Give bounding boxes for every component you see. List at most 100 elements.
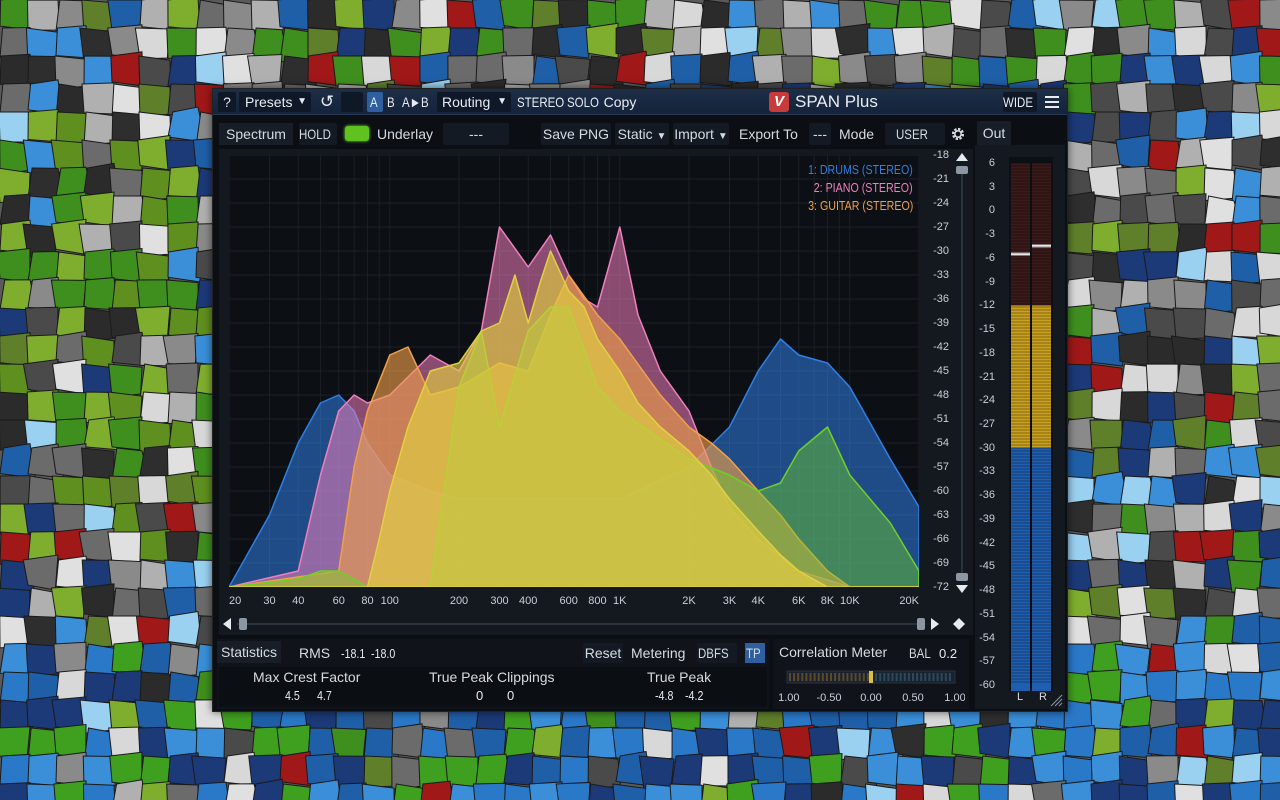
frequency-axis: 20 30 40 60 80 100 200 300 400 600 800 1K 2K 3K 4K 6K 8K… [229, 595, 919, 615]
background-tile [1172, 640, 1207, 675]
correlation-segment [866, 673, 869, 681]
reset-button[interactable]: Reset [583, 643, 623, 663]
hold-indicator-led[interactable] [345, 126, 369, 141]
hold-button[interactable]: HOLD [299, 123, 337, 145]
static-button[interactable]: Static ▼ [615, 123, 669, 145]
legend-item-piano[interactable]: 2: PIANO (STEREO) [785, 179, 913, 197]
solo-button[interactable]: SOLO [567, 92, 599, 112]
frequency-tick-label: 60 [332, 595, 345, 607]
presets-button[interactable]: Presets ▼ [239, 92, 311, 112]
background-tile [1175, 107, 1209, 143]
range-top-handle [956, 166, 968, 174]
wide-label: WIDE [1003, 94, 1033, 110]
help-button[interactable]: ? [218, 92, 236, 112]
legend-item-drums[interactable]: 1: DRUMS (STEREO) [785, 161, 913, 179]
db-scale: -18 -21 -24 -27 -30 -33 -36 -39 -42 -45 -48 -51 -54 -… [921, 149, 955, 599]
horizontal-range-scrollbar[interactable] [223, 615, 969, 633]
background-tile [277, 0, 311, 31]
stereo-button[interactable]: STEREO [517, 92, 564, 112]
slot-a-button[interactable]: A [367, 92, 383, 112]
tab-out[interactable]: Out [977, 121, 1011, 145]
background-tile [26, 0, 60, 31]
correlation-segment [834, 673, 837, 681]
background-tile [333, 0, 367, 31]
meter-left-label: L [1017, 691, 1024, 703]
legend-item-guitar[interactable]: 3: GUITAR (STEREO) [785, 197, 913, 215]
background-tile [162, 333, 199, 367]
scroll-right-icon [931, 618, 939, 630]
background-tile [863, 53, 899, 87]
true-peak-right-value: -4.2 [685, 688, 707, 703]
frequency-tick-label: 400 [519, 595, 538, 607]
background-tile [1171, 472, 1207, 507]
background-tile [420, 780, 454, 800]
wide-button[interactable]: WIDE [1003, 92, 1037, 112]
db-tick-label: -36 [933, 293, 949, 305]
correlation-segment [891, 673, 894, 681]
routing-button[interactable]: Routing ▼ [437, 92, 511, 112]
correlation-segment [936, 673, 939, 681]
background-tile [1004, 27, 1039, 61]
background-tile [165, 530, 199, 563]
scroll-up-icon [956, 153, 968, 161]
undo-history-box[interactable] [341, 92, 363, 112]
background-tile [332, 55, 367, 87]
vertical-scroll-svg [956, 153, 968, 593]
import-button[interactable]: Import ▼ [673, 123, 729, 145]
tab-statistics[interactable]: Statistics [217, 641, 282, 663]
output-level-meter [1009, 157, 1053, 691]
mode-select[interactable]: USER [885, 123, 945, 145]
presets-dropdown-icon[interactable]: ▼ [297, 92, 307, 112]
output-tick-label: -15 [979, 323, 995, 336]
output-tick-label: -18 [979, 346, 995, 359]
correlation-segment [854, 673, 857, 681]
background-tile [80, 583, 115, 619]
correlation-segment [846, 673, 849, 681]
background-tile [922, 22, 956, 59]
resize-grip-icon[interactable] [1049, 693, 1063, 707]
true-peak-toggle[interactable]: TP [745, 643, 765, 663]
background-tile [1226, 559, 1263, 593]
frequency-tick-label: 30 [263, 595, 276, 607]
tab-spectrum[interactable]: Spectrum [219, 123, 293, 145]
spectrum-plot[interactable]: 1: DRUMS (STEREO) 2: PIANO (STEREO) 3: G… [229, 155, 919, 587]
crest-left-value: 4.5 [285, 688, 303, 703]
output-tick-label: -9 [985, 275, 995, 288]
range-left-handle [239, 618, 247, 630]
reset-range-icon [953, 618, 965, 630]
routing-dropdown-icon[interactable]: ▼ [497, 92, 507, 112]
hamburger-menu-icon[interactable] [1041, 92, 1063, 112]
background-tile [555, 781, 591, 800]
background-tile [1175, 668, 1210, 703]
metering-select[interactable]: DBFS [697, 643, 737, 663]
frequency-tick-label: 80 [361, 595, 374, 607]
vertical-range-scrollbar[interactable] [955, 153, 969, 593]
background-tile [753, 0, 787, 31]
correlation-tick-label: 0.50 [902, 692, 923, 704]
background-tile [893, 51, 927, 87]
underlay-label: Underlay [377, 126, 434, 142]
undo-icon[interactable]: ↺ [315, 92, 339, 112]
frequency-tick-label: 100 [380, 595, 399, 607]
underlay-select[interactable]: --- [443, 123, 509, 145]
output-tick-label: -21 [979, 370, 995, 383]
spectrum-legend: 1: DRUMS (STEREO) 2: PIANO (STEREO) 3: G… [785, 161, 913, 215]
background-tile [0, 726, 31, 759]
import-dropdown-icon: ▼ [717, 131, 728, 142]
output-meter-panel: 6 3 0 -3 -6 -9 -12 -15 -18 -21 -24 -27 -30 -33 -36 -39 -… [975, 145, 1065, 709]
export-to-select[interactable]: --- [809, 123, 831, 145]
gear-icon[interactable] [947, 123, 969, 145]
copy-a-to-b-button[interactable]: A►B [402, 92, 432, 112]
copy-button[interactable]: Copy [603, 92, 637, 112]
background-tile [1090, 331, 1124, 367]
slot-b-button[interactable]: B [384, 92, 400, 112]
background-tile [81, 82, 115, 115]
correlation-segment [809, 673, 812, 681]
correlation-segment [883, 673, 886, 681]
correlation-meter-title[interactable]: Correlation Meter [779, 641, 887, 663]
background-tile [1117, 330, 1152, 367]
save-png-button[interactable]: Save PNG [541, 123, 611, 145]
crest-right-value: 4.7 [317, 688, 335, 703]
correlation-segment [903, 673, 906, 681]
background-tile [167, 0, 201, 31]
